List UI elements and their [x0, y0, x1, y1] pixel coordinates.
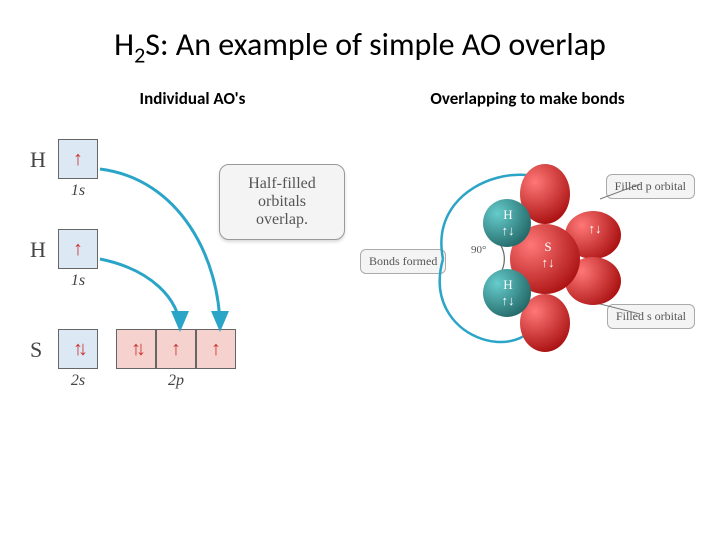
orbital-sublabel: 2s: [71, 372, 85, 390]
spin-arrow: ↑: [211, 338, 221, 361]
orbital-group: ↑↓ 2s: [58, 329, 98, 390]
atom-text: S↑↓: [533, 239, 563, 271]
molecule-diagram: Bonds formed Filled p orbital Filled s o…: [365, 139, 690, 399]
orbital-sublabel: 1s: [71, 182, 85, 200]
spin-arrow: ↑: [73, 148, 83, 171]
orbital-sublabel: 1s: [71, 272, 85, 290]
left-column: Individual AO's H ↑ 1s H ↑: [30, 88, 355, 419]
orbital-box: ↑↓: [116, 329, 156, 369]
atom-label-H1: H: [30, 139, 58, 173]
right-column: Overlapping to make bonds Bonds formed F…: [365, 88, 690, 419]
atom-row: S ↑↓ 2s ↑↓ ↑ ↑ 2p: [30, 329, 236, 390]
orbital-group: ↑↓ ↑ ↑ 2p: [116, 329, 236, 390]
atom-text: H↑↓: [493, 277, 523, 309]
right-heading: Overlapping to make bonds: [365, 88, 690, 109]
orbital-sublabel: 2p: [168, 372, 184, 390]
atom-label-S: S: [30, 329, 58, 363]
orbital-box: ↑: [196, 329, 236, 369]
spin-arrow: ↑↓: [73, 338, 83, 361]
title-sub: 2: [134, 41, 145, 68]
atom-text: H↑↓: [493, 207, 523, 239]
callout-box: Half-filled orbitals overlap.: [219, 164, 345, 240]
spin-text: ↑↓: [580, 221, 610, 237]
left-heading: Individual AO's: [30, 88, 355, 109]
title-rest: S: An example of simple AO overlap: [145, 25, 606, 64]
spin-arrow: ↑: [171, 338, 181, 361]
atom-row: H ↑ 1s: [30, 229, 98, 290]
orbital-diagram: H ↑ 1s H ↑ 1s S: [30, 139, 355, 419]
orbital-box: ↑: [156, 329, 196, 369]
title-prefix: H: [114, 25, 134, 64]
orbital-group: ↑ 1s: [58, 139, 98, 200]
atom-row: H ↑ 1s: [30, 139, 98, 200]
orbital-box: ↑: [58, 139, 98, 179]
orbital-box: ↑: [58, 229, 98, 269]
orbital-group: ↑ 1s: [58, 229, 98, 290]
atom-label-H2: H: [30, 229, 58, 263]
orbital-box: ↑↓: [58, 329, 98, 369]
page-title: H2S: An example of simple AO overlap: [30, 25, 690, 68]
spin-arrow: ↑↓: [131, 338, 141, 361]
spin-arrow: ↑: [73, 238, 83, 261]
